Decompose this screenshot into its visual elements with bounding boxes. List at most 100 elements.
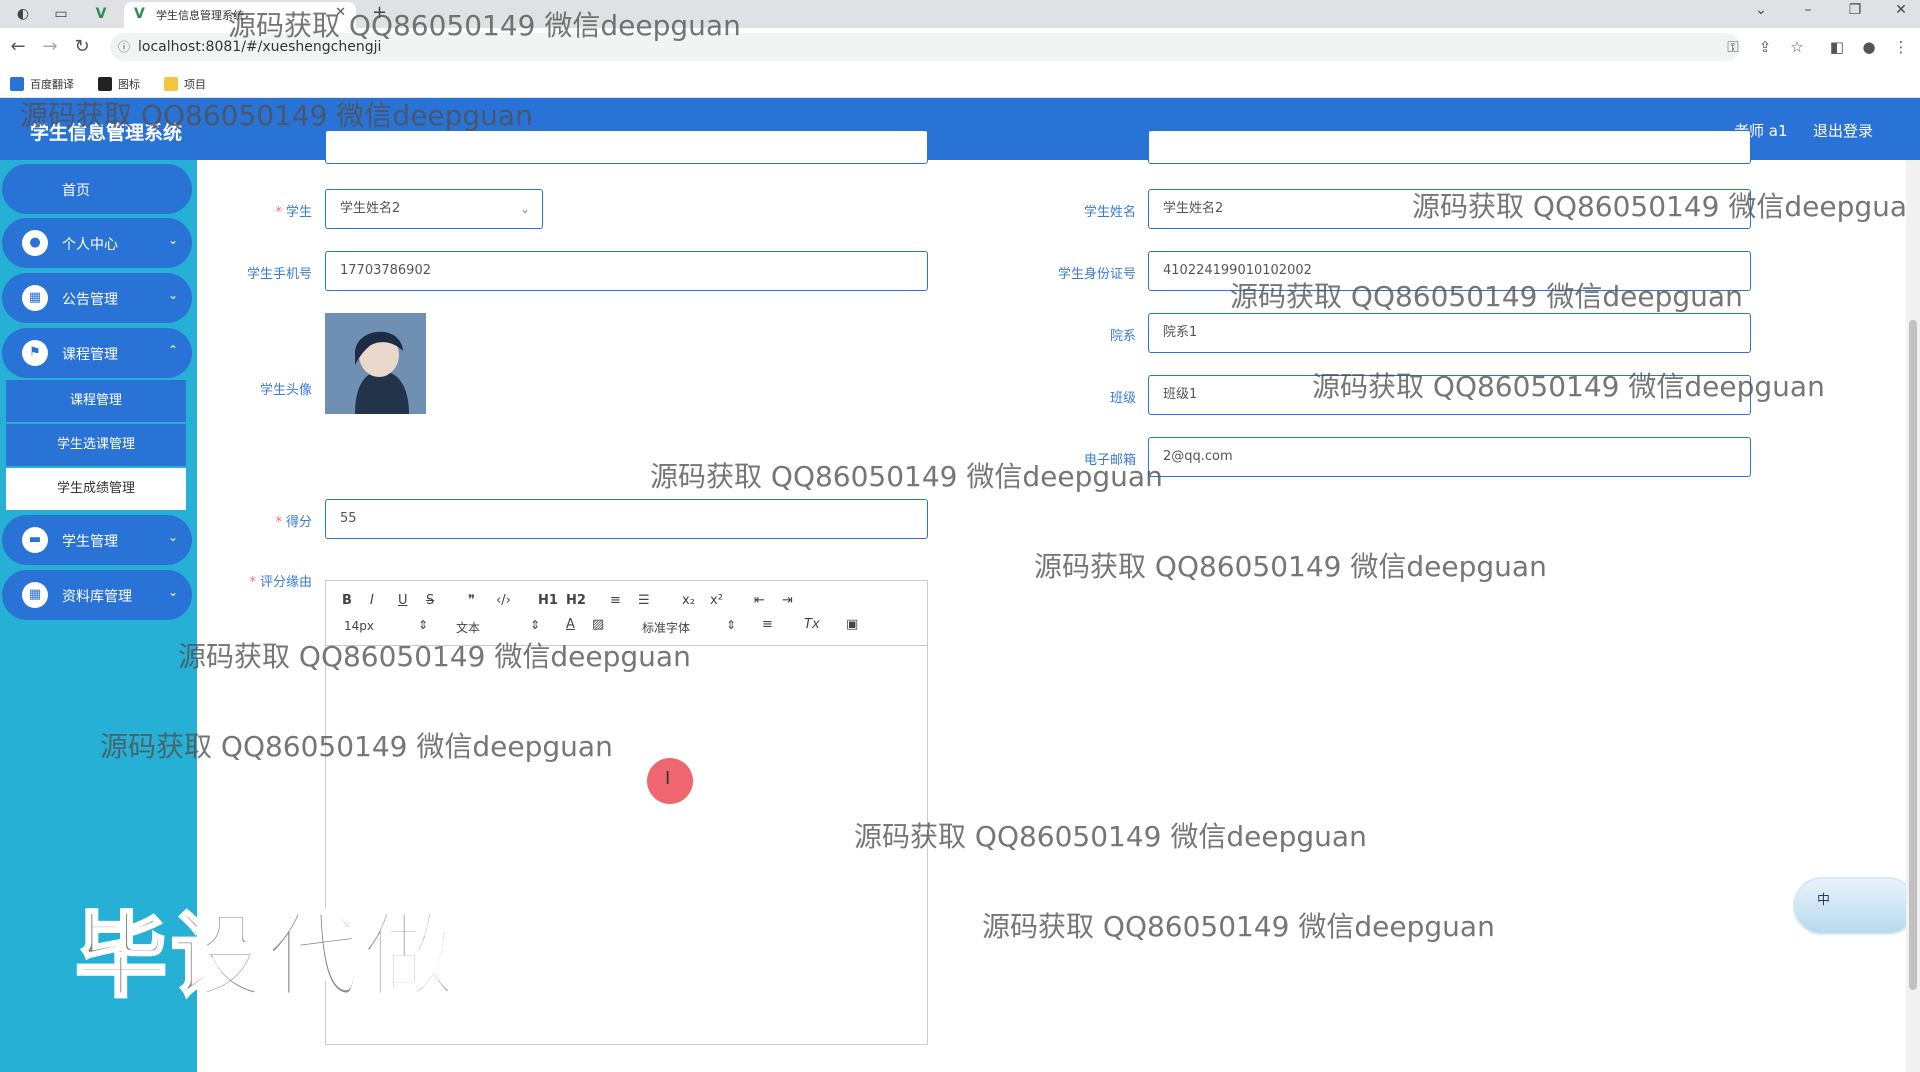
- sidebar-item-students[interactable]: ▬ 学生管理 ⌄: [2, 515, 192, 565]
- clear-format-icon[interactable]: Tx: [804, 617, 820, 632]
- sidebar-item-profile[interactable]: ● 个人中心 ⌄: [2, 218, 192, 268]
- vue-tab-icon[interactable]: V: [88, 4, 114, 24]
- floating-ime-widget[interactable]: 中: [1793, 877, 1917, 935]
- font-color-icon[interactable]: A: [566, 617, 575, 632]
- align-icon[interactable]: ≡: [762, 617, 773, 632]
- subscript-icon[interactable]: x₂: [682, 593, 695, 608]
- bookmark-icons[interactable]: 图标: [98, 76, 140, 92]
- underline-icon[interactable]: U: [398, 593, 408, 608]
- watermark-text: 源码获取 QQ86050149 微信deepguan: [20, 99, 533, 132]
- blockquote-icon[interactable]: ❞: [468, 593, 475, 608]
- bookmark-label: 图标: [118, 78, 140, 91]
- bold-icon[interactable]: B: [342, 593, 352, 608]
- back-icon[interactable]: ←: [6, 36, 30, 57]
- paragraph-select[interactable]: 文本: [456, 619, 480, 636]
- key-icon[interactable]: ⚿: [1722, 38, 1744, 56]
- watermark-text: 源码获取 QQ86050149 微信deepguan: [100, 730, 613, 763]
- bookmark-label: 百度翻译: [30, 78, 74, 91]
- chevron-down-icon: ⌄: [167, 233, 178, 247]
- label-text: 得分: [285, 515, 312, 530]
- scrolled-input-left[interactable]: [325, 130, 928, 164]
- watermark-text: 源码获取 QQ86050149 微信deepguan: [1230, 280, 1743, 313]
- bookmark-baidu-translate[interactable]: 百度翻译: [10, 76, 74, 92]
- student-id-card-label: 学生身份证号: [1057, 267, 1136, 282]
- site-info-icon[interactable]: ⓘ: [118, 38, 130, 55]
- chevron-down-icon: ⌄: [167, 530, 178, 544]
- code-block-icon[interactable]: ‹/›: [496, 593, 511, 608]
- bookmark-label: 项目: [184, 78, 206, 91]
- chevron-down-icon: ⌄: [167, 288, 178, 302]
- translate-icon: [10, 77, 24, 91]
- cursor-highlight: I: [647, 758, 693, 804]
- watermark-text: 源码获取 QQ86050149 微信deepguan: [178, 640, 691, 673]
- vue-favicon-icon: V: [134, 6, 145, 22]
- indent-icon[interactable]: ⇥: [782, 593, 793, 608]
- close-window-icon[interactable]: ✕: [1886, 2, 1916, 18]
- reason-label: * 评分缘由: [249, 575, 312, 590]
- scrolled-input-right[interactable]: [1148, 130, 1751, 164]
- watermark-text: 源码获取 QQ86050149 微信deepguan: [854, 820, 1367, 853]
- sidebar-subitem-grade-management[interactable]: 学生成绩管理: [6, 468, 186, 510]
- star-icon[interactable]: ☆: [1786, 38, 1808, 56]
- minimize-icon[interactable]: –: [1793, 2, 1823, 18]
- sidebar-item-label: 资料库管理: [62, 589, 132, 605]
- forward-icon[interactable]: →: [38, 36, 62, 57]
- sidebar-item-library[interactable]: ▦ 资料库管理 ⌄: [2, 570, 192, 620]
- score-input[interactable]: 55: [325, 499, 928, 539]
- restore-icon[interactable]: ❐: [1840, 2, 1870, 18]
- watermark-text: 源码获取 QQ86050149 微信deepguan: [650, 460, 1163, 493]
- user-icon: ●: [22, 230, 48, 256]
- bullet-list-icon[interactable]: ☰: [638, 593, 650, 608]
- department-label: 院系: [1109, 329, 1136, 344]
- superscript-icon[interactable]: x²: [710, 593, 723, 608]
- updown-arrow-icon: ⇕: [726, 618, 737, 632]
- watermark-text: 源码获取 QQ86050149 微信deepguan: [1034, 550, 1547, 583]
- grid-icon: ▦: [22, 582, 48, 608]
- more-icon[interactable]: ⋮: [1890, 38, 1912, 56]
- background-color-icon[interactable]: ▨: [592, 617, 604, 632]
- label-text: 评分缘由: [259, 575, 312, 590]
- image-insert-icon[interactable]: ▣: [846, 617, 858, 632]
- image-icon: [98, 77, 112, 91]
- watermark-text: 源码获取 QQ86050149 微信deepguan: [228, 9, 741, 42]
- grid-icon: ▦: [22, 285, 48, 311]
- strike-icon[interactable]: S: [426, 593, 434, 608]
- monitor-icon: ▬: [22, 527, 48, 553]
- page-scrollbar[interactable]: [1906, 160, 1920, 1072]
- browser-menu-icon[interactable]: ◐: [10, 4, 36, 24]
- ime-label: 中: [1817, 893, 1831, 908]
- sidebar-item-label: 学生管理: [62, 534, 118, 550]
- text-cursor-icon: I: [665, 768, 671, 789]
- font-size-select[interactable]: 14px: [344, 619, 374, 633]
- font-family-select[interactable]: 标准字体: [642, 619, 690, 636]
- italic-icon[interactable]: I: [370, 593, 374, 608]
- reload-icon[interactable]: ↻: [70, 36, 94, 57]
- sidebar-item-label: 公告管理: [62, 292, 118, 308]
- pinned-tab-icon[interactable]: ▭: [48, 4, 74, 24]
- watermark-text: 源码获取 QQ86050149 微信deepguan: [982, 910, 1495, 943]
- watermark-text: 源码获取 QQ86050149 微信deepguan: [1312, 370, 1825, 403]
- side-panel-icon[interactable]: ◧: [1826, 38, 1848, 56]
- bookmark-project[interactable]: 项目: [164, 76, 206, 92]
- student-name-label: 学生姓名: [1083, 205, 1136, 220]
- logout-button[interactable]: 退出登录: [1813, 120, 1873, 141]
- sidebar-item-label: 首页: [62, 183, 90, 199]
- scrollbar-thumb[interactable]: [1909, 320, 1917, 990]
- updown-arrow-icon: ⇕: [530, 618, 541, 632]
- watermark-text: 源码获取 QQ86050149 微信deepguan: [1412, 190, 1920, 223]
- updown-arrow-icon: ⇕: [418, 618, 429, 632]
- profile-icon[interactable]: ●: [1858, 38, 1880, 56]
- class-label: 班级: [1109, 391, 1136, 406]
- chevron-down-icon: ⌄: [167, 585, 178, 599]
- folder-icon: [164, 77, 178, 91]
- watermark-big-text: 毕设代做: [73, 902, 460, 1012]
- email-input[interactable]: 2@qq.com: [1148, 437, 1751, 477]
- outdent-icon[interactable]: ⇤: [754, 593, 765, 608]
- header-2-icon[interactable]: H2: [566, 593, 586, 608]
- department-input[interactable]: 院系1: [1148, 313, 1751, 353]
- share-icon[interactable]: ⇪: [1754, 38, 1776, 56]
- header-1-icon[interactable]: H1: [538, 593, 558, 608]
- chevron-up-icon: ⌃: [167, 343, 178, 357]
- ordered-list-icon[interactable]: ≡: [610, 593, 621, 608]
- tab-search-icon[interactable]: ⌄: [1746, 2, 1776, 18]
